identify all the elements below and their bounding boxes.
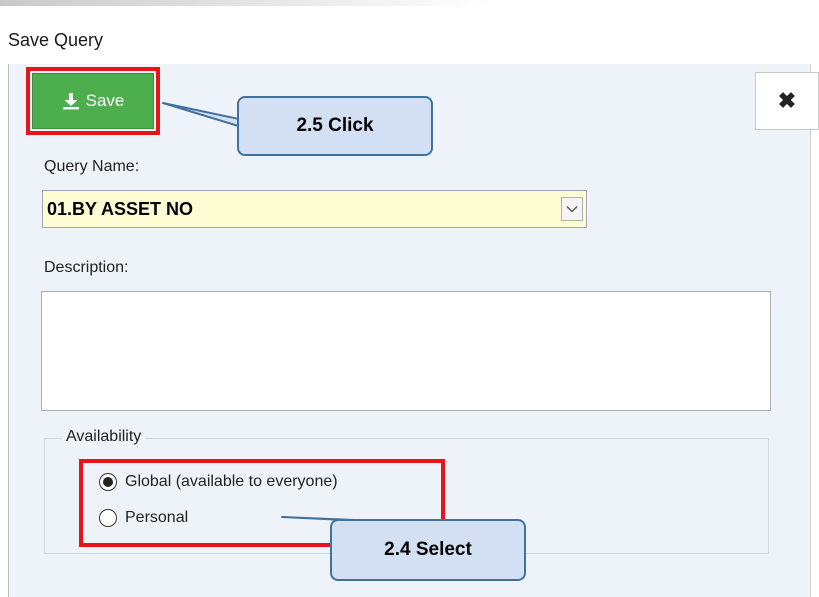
query-name-combobox[interactable] — [42, 190, 587, 228]
query-name-dropdown-button[interactable] — [561, 197, 583, 221]
query-name-input[interactable] — [43, 191, 543, 227]
radio-global[interactable]: Global (available to everyone) — [99, 473, 338, 491]
download-icon — [62, 93, 79, 110]
select-callout: 2.4 Select — [330, 519, 526, 581]
dialog-titlebar: Save Query — [0, 8, 819, 64]
radio-selected-dot — [103, 477, 113, 487]
close-button[interactable]: ✖ — [755, 72, 819, 130]
radio-personal[interactable]: Personal — [99, 509, 188, 527]
save-button-label: Save — [85, 91, 125, 110]
description-label: Description: — [44, 259, 129, 276]
top-rule — [0, 0, 819, 6]
radio-personal-label[interactable]: Personal — [125, 509, 188, 527]
radio-personal-button[interactable] — [99, 509, 117, 527]
chevron-down-icon — [566, 206, 578, 213]
radio-global-label[interactable]: Global (available to everyone) — [125, 473, 338, 491]
save-button[interactable]: Save — [32, 73, 154, 129]
save-query-screenshot: Save Query Save ✖ Query Name: Descriptio… — [0, 0, 819, 597]
dialog-title: Save Query — [8, 30, 104, 50]
radio-global-button[interactable] — [99, 473, 117, 491]
click-callout: 2.5 Click — [237, 96, 433, 156]
dialog-right-border — [810, 64, 811, 597]
select-callout-label: 2.4 Select — [384, 539, 472, 560]
query-name-label: Query Name: — [44, 158, 140, 175]
click-callout-label: 2.5 Click — [296, 115, 374, 136]
description-textarea[interactable] — [41, 291, 771, 411]
close-icon: ✖ — [777, 88, 797, 113]
availability-label: Availability — [62, 428, 146, 446]
